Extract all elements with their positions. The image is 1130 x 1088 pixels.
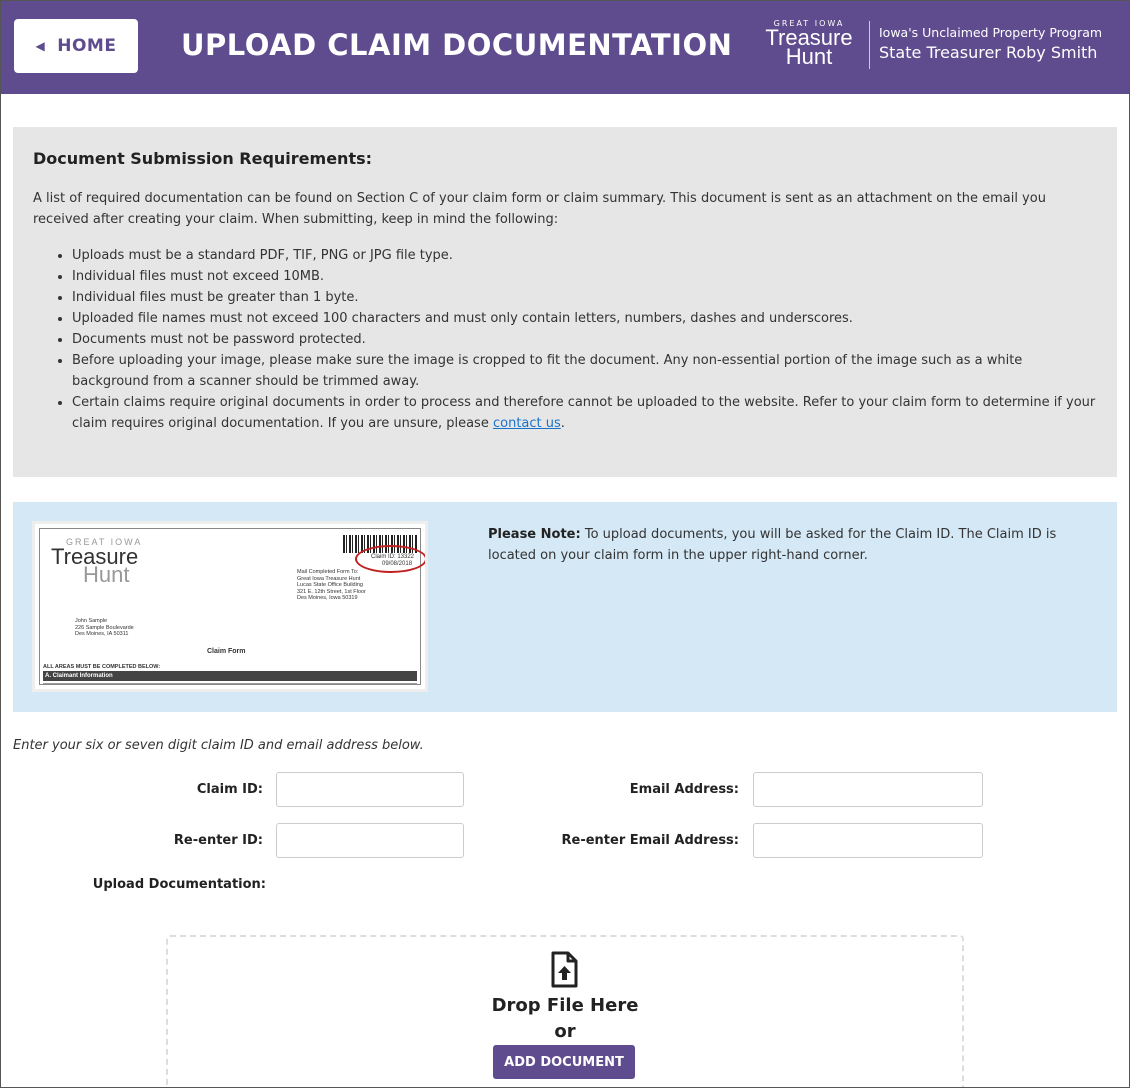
form-instructions: Enter your six or seven digit claim ID a… — [13, 738, 424, 753]
treasurer-name: State Treasurer Roby Smith — [879, 43, 1098, 62]
chevron-left-icon: ◀ — [35, 39, 46, 53]
note-bold: Please Note: — [488, 527, 581, 542]
requirement-item: Uploads must be a standard PDF, TIF, PNG… — [72, 245, 1097, 266]
reenter-id-input[interactable] — [276, 823, 464, 858]
sample-divider — [43, 683, 417, 684]
email-label: Email Address: — [629, 782, 739, 797]
home-button[interactable]: ◀ HOME — [14, 19, 138, 73]
brand-divider — [869, 21, 870, 69]
treasure-hunt-logo[interactable]: GREAT IOWA Treasure Hunt — [757, 19, 861, 71]
upload-label: Upload Documentation: — [92, 877, 266, 892]
sample-areas-note: ALL AREAS MUST BE COMPLETED BELOW: — [43, 664, 161, 670]
requirement-item: Before uploading your image, please make… — [72, 350, 1097, 392]
home-label: HOME — [57, 36, 117, 56]
sample-form-title: Claim Form — [207, 648, 246, 655]
requirement-item: Individual files must not exceed 10MB. — [72, 266, 1097, 287]
sample-claimant-address: John Sample 226 Sample Boulevarde Des Mo… — [75, 618, 134, 637]
requirement-item: Certain claims require original document… — [72, 392, 1097, 434]
brand-block: GREAT IOWA Treasure Hunt Iowa's Unclaime… — [757, 19, 1117, 71]
program-name: Iowa's Unclaimed Property Program — [879, 25, 1103, 40]
claim-id-label: Claim ID: — [196, 782, 263, 797]
sample-section-bar: A. Claimant Information — [43, 671, 417, 681]
requirement-tail: . — [560, 416, 565, 431]
requirement-text: Certain claims require original document… — [72, 395, 1096, 431]
requirements-intro: A list of required documentation can be … — [33, 191, 1046, 227]
or-text: or — [554, 1021, 576, 1042]
sample-mail-address: Mail Completed Form To: Great Iowa Treas… — [297, 569, 366, 601]
add-document-button[interactable]: ADD DOCUMENT — [493, 1045, 635, 1079]
requirement-item: Documents must not be password protected… — [72, 329, 1097, 350]
claim-form-sample-image: GREAT IOWA Treasure Hunt Claim ID: 13322… — [32, 521, 428, 692]
requirements-panel: Document Submission Requirements: A list… — [13, 127, 1117, 477]
claim-id-input[interactable] — [276, 772, 464, 807]
header-bar: ◀ HOME UPLOAD CLAIM DOCUMENTATION GREAT … — [1, 1, 1129, 94]
note-panel: GREAT IOWA Treasure Hunt Claim ID: 13322… — [13, 502, 1117, 712]
claim-id-highlight-oval — [355, 545, 425, 573]
file-upload-icon — [551, 951, 578, 988]
logo-line2: Hunt — [785, 44, 833, 69]
file-dropzone[interactable]: Drop File Here or ADD DOCUMENT — [166, 935, 964, 1087]
contact-us-link[interactable]: contact us — [493, 416, 561, 431]
reenter-id-label: Re-enter ID: — [173, 833, 263, 848]
reenter-email-label: Re-enter Email Address: — [561, 833, 739, 848]
note-text: Please Note: To upload documents, you wi… — [488, 524, 1103, 566]
page: ◀ HOME UPLOAD CLAIM DOCUMENTATION GREAT … — [0, 0, 1130, 1088]
page-title: UPLOAD CLAIM DOCUMENTATION — [181, 28, 733, 62]
email-input[interactable] — [753, 772, 983, 807]
sample-logo-line2: Hunt — [83, 562, 130, 587]
requirement-item: Individual files must be greater than 1 … — [72, 287, 1097, 308]
requirements-heading: Document Submission Requirements: — [33, 149, 373, 168]
reenter-email-input[interactable] — [753, 823, 983, 858]
requirements-list: Uploads must be a standard PDF, TIF, PNG… — [33, 245, 1097, 434]
drop-file-text: Drop File Here — [491, 995, 639, 1016]
requirement-item: Uploaded file names must not exceed 100 … — [72, 308, 1097, 329]
